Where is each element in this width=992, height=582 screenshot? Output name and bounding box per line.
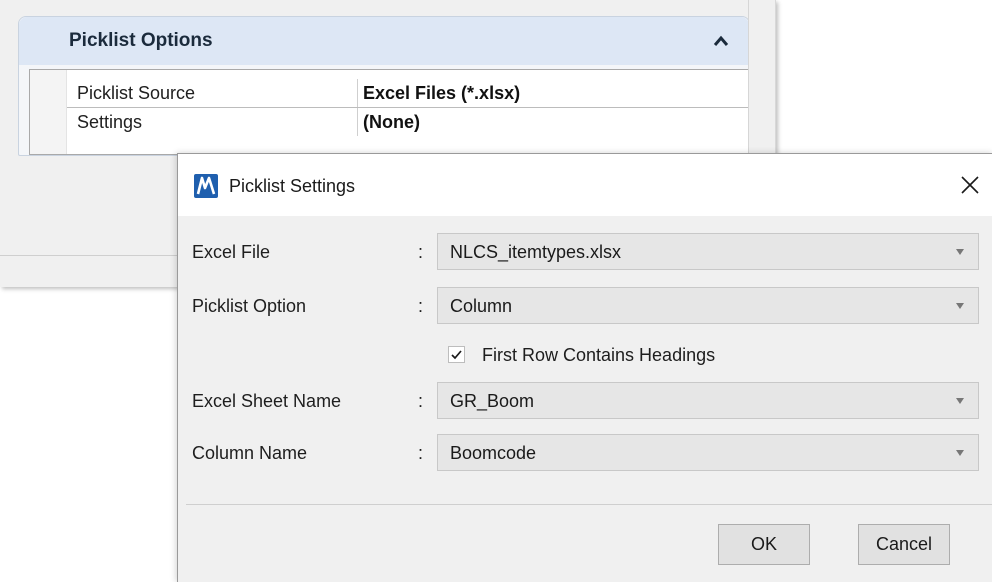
close-icon — [961, 176, 979, 194]
excel-file-label: Excel File — [192, 242, 271, 262]
property-row-picklist-source[interactable]: Picklist Source Excel Files (*.xlsx) — [67, 79, 748, 108]
column-name-label: Column Name — [192, 443, 308, 463]
property-value[interactable]: Excel Files (*.xlsx) — [363, 83, 520, 104]
close-button[interactable] — [947, 164, 992, 208]
button-row-divider — [186, 504, 992, 505]
property-grid-gutter — [30, 70, 67, 154]
picklist-option-label: Picklist Option — [192, 296, 307, 316]
dropdown-value: Boomcode — [450, 443, 537, 463]
excel-file-dropdown[interactable]: NLCS_itemtypes.xlsx — [437, 233, 979, 270]
property-value[interactable]: (None) — [363, 112, 420, 133]
picklist-settings-dialog: Picklist Settings Excel File : NLCS_item… — [177, 153, 992, 582]
microstation-app-icon — [194, 174, 218, 198]
checkbox-label: First Row Contains Headings — [482, 345, 716, 365]
dropdown-arrow-icon — [956, 450, 964, 456]
picklist-option-dropdown[interactable]: Column — [437, 287, 979, 324]
checkmark-icon — [451, 350, 462, 360]
field-colon: : — [418, 296, 424, 316]
property-name: Picklist Source — [77, 83, 196, 103]
column-name-dropdown[interactable]: Boomcode — [437, 434, 979, 471]
field-colon: : — [418, 443, 424, 463]
field-colon: : — [418, 242, 424, 262]
property-name: Settings — [77, 112, 143, 132]
column-divider — [357, 79, 358, 107]
section-header[interactable]: Picklist Options — [19, 17, 749, 65]
chevron-up-icon[interactable] — [713, 34, 729, 46]
dropdown-arrow-icon — [956, 303, 964, 309]
dialog-titlebar[interactable]: Picklist Settings — [178, 154, 992, 216]
dropdown-value: NLCS_itemtypes.xlsx — [450, 242, 622, 262]
column-divider — [357, 108, 358, 136]
dropdown-arrow-icon — [956, 398, 964, 404]
checkbox-box[interactable] — [448, 346, 465, 363]
section-title: Picklist Options — [69, 30, 213, 51]
property-row-settings[interactable]: Settings (None) — [67, 108, 748, 136]
cancel-button[interactable]: Cancel — [858, 524, 950, 565]
ok-button[interactable]: OK — [718, 524, 810, 565]
dialog-title: Picklist Settings — [229, 176, 356, 196]
property-grid: Picklist Source Excel Files (*.xlsx) Set… — [29, 69, 749, 155]
picklist-options-section: Picklist Options Picklist Source Excel F… — [18, 16, 750, 156]
excel-sheet-name-dropdown[interactable]: GR_Boom — [437, 382, 979, 419]
dropdown-value: GR_Boom — [450, 391, 535, 411]
dropdown-arrow-icon — [956, 249, 964, 255]
field-colon: : — [418, 391, 424, 411]
excel-sheet-name-label: Excel Sheet Name — [192, 391, 342, 411]
dropdown-value: Column — [450, 296, 513, 316]
